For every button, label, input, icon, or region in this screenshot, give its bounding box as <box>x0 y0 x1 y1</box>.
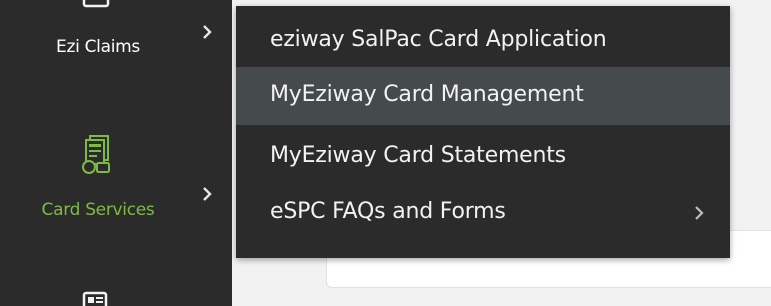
menu-item-label: MyEziway Card Statements <box>270 143 566 168</box>
sidebar-item-label: Card Services <box>41 200 155 220</box>
sidebar-item-label: Ezi Claims <box>56 37 140 57</box>
document-icon <box>0 290 212 306</box>
sidebar-item-card-services[interactable]: Card Services <box>0 120 232 230</box>
menu-item-label: eziway SalPac Card Application <box>270 27 607 52</box>
chevron-right-icon <box>203 187 212 201</box>
menu-item-label: eSPC FAQs and Forms <box>270 199 506 224</box>
card-services-icon <box>0 134 212 178</box>
claims-icon <box>0 0 212 10</box>
app-stage: Ezi Claims Card Services eziway SalPac C… <box>0 0 771 306</box>
menu-item-label: MyEziway Card Management <box>270 82 584 107</box>
menu-item-card-statements[interactable]: MyEziway Card Statements <box>236 128 730 186</box>
card-services-submenu: eziway SalPac Card Application MyEziway … <box>236 6 730 258</box>
chevron-right-icon <box>203 25 212 39</box>
chevron-right-icon <box>695 206 704 220</box>
menu-item-faqs-and-forms[interactable]: eSPC FAQs and Forms <box>236 184 730 242</box>
menu-item-salpac-card-application[interactable]: eziway SalPac Card Application <box>236 12 730 70</box>
menu-item-card-management[interactable]: MyEziway Card Management <box>236 67 730 125</box>
sidebar-item-ezi-claims[interactable]: Ezi Claims <box>0 0 232 90</box>
sidebar: Ezi Claims Card Services <box>0 0 232 306</box>
sidebar-item-next[interactable] <box>0 280 232 306</box>
